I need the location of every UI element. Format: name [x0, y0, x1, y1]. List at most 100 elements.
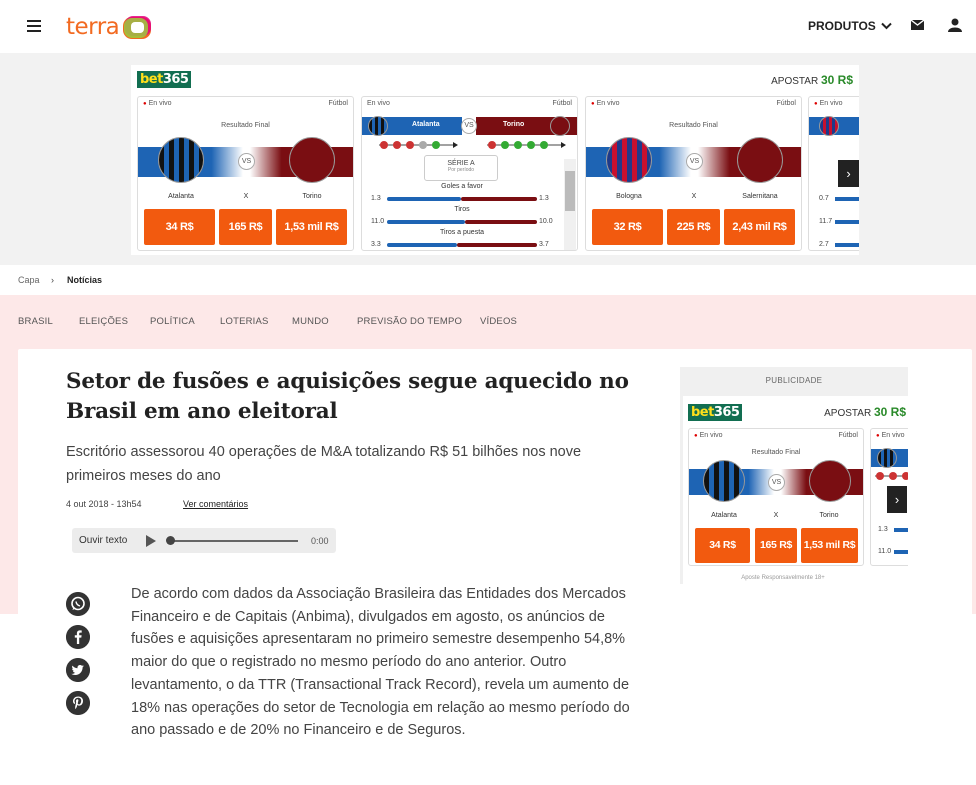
terra-logo[interactable]: terra [66, 13, 153, 41]
section-nav: BRASIL ELEIÇÕES POLÍTICA LOTERIAS MUNDO … [0, 295, 976, 349]
nav-previsao-do-tempo[interactable]: PREVISÃO DO TEMPO [357, 316, 462, 327]
mail-icon[interactable] [911, 20, 924, 30]
stat-home: 2.7 [819, 241, 829, 248]
stat-bar-away [465, 220, 537, 224]
top-ad-band: bet365 APOSTAR 30 R$ En vivo Fútbol Resu… [0, 53, 976, 265]
match-card-3[interactable]: En vivo Fútbol Resultado Final VS Bologn… [585, 96, 802, 251]
torino-jersey-icon [289, 137, 335, 183]
nav-eleicoes[interactable]: ELEIÇÕES [79, 316, 128, 327]
stat-bar-home [894, 550, 908, 554]
nav-loterias[interactable]: LOTERIAS [220, 316, 269, 327]
vs-badge: VS [238, 153, 255, 170]
sidebar-ad: PUBLICIDADE bet365 APOSTAR 30 R$ En vivo… [680, 367, 908, 584]
torino-jersey-icon [809, 460, 851, 502]
match-card-stats[interactable]: En vivo Fútbol Atalanta Torino VS SÉRIE … [361, 96, 578, 251]
team-jersey-icon [877, 448, 897, 468]
stat-bar-home [387, 220, 465, 224]
bet365-banner-ad[interactable]: bet365 APOSTAR 30 R$ En vivo Fútbol Resu… [131, 65, 859, 255]
stat-label: Goles a favor [441, 183, 483, 190]
stat-away: 3.7 [539, 241, 549, 248]
play-icon[interactable] [146, 535, 156, 547]
away-team-name: Salernitana [742, 193, 778, 200]
site-header: terra PRODUTOS [0, 0, 976, 53]
stat-home: 0.7 [819, 195, 829, 202]
article-body: De acordo com dados da Associação Brasil… [131, 586, 630, 739]
stat-bar-home [835, 197, 859, 201]
audio-progress-bar[interactable] [170, 540, 298, 542]
odds-home-button[interactable]: 34 R$ [695, 528, 750, 563]
draw-label: X [243, 193, 249, 200]
twitter-icon[interactable] [66, 658, 90, 682]
draw-label: X [691, 193, 697, 200]
audio-progress-knob[interactable] [166, 536, 175, 545]
carousel-next-button[interactable]: › [887, 486, 907, 513]
stat-label: Tiros [454, 206, 470, 213]
produtos-menu[interactable]: PRODUTOS [808, 19, 892, 33]
live-label: En vivo [876, 432, 905, 439]
league-selector[interactable]: SÉRIE A Por período [424, 155, 498, 181]
facebook-icon[interactable] [66, 625, 90, 649]
sidebar-match-card[interactable]: En vivo Fútbol Resultado Final VS Atalan… [688, 428, 864, 566]
odds-away-button[interactable]: 1,53 mil R$ [801, 528, 858, 563]
vs-badge: VS [461, 118, 477, 134]
audio-time: 0:00 [311, 536, 329, 546]
logo-text: terra [66, 14, 120, 40]
result-label: Resultado Final [751, 449, 801, 456]
nav-videos[interactable]: VÍDEOS [480, 316, 517, 327]
bet365-sidebar-ad[interactable]: bet365 APOSTAR 30 R$ En vivo Fútbol Resu… [683, 396, 908, 584]
form-dots-home-icon [379, 141, 458, 149]
result-label: Resultado Final [669, 122, 718, 129]
home-team-name: Atalanta [168, 193, 194, 200]
away-team-name: Torino [302, 193, 322, 200]
odds-away-button[interactable]: 2,43 mil R$ [724, 209, 795, 245]
stat-bar-away [457, 243, 537, 247]
odds-draw-button[interactable]: 165 R$ [755, 528, 797, 563]
breadcrumb-current[interactable]: Notícias [67, 275, 102, 285]
whatsapp-icon[interactable] [66, 592, 90, 616]
atalanta-jersey-icon [368, 116, 388, 136]
bologna-jersey-icon [606, 137, 652, 183]
stat-bar-home [835, 220, 859, 224]
stat-home: 1.3 [371, 195, 381, 202]
stat-bar-away [461, 197, 537, 201]
apostar-amount: APOSTAR 30 R$ [824, 405, 906, 419]
pinterest-icon[interactable] [66, 691, 90, 715]
nav-mundo[interactable]: MUNDO [292, 316, 329, 327]
article-date: 4 out 2018 - 13h54 [66, 499, 142, 509]
logo-mark-icon [123, 15, 152, 39]
breadcrumb-home-link[interactable]: Capa [18, 275, 40, 285]
away-team-name: Torino [503, 121, 525, 128]
odds-away-button[interactable]: 1,53 mil R$ [276, 209, 347, 245]
period-label: Por período [447, 167, 475, 173]
stat-home: 1.3 [878, 526, 888, 533]
live-label: En vivo [143, 100, 172, 107]
bet365-logo: bet365 [137, 71, 192, 88]
publicidade-label: PUBLICIDADE [765, 376, 823, 385]
league-label: SÉRIE A [447, 160, 475, 167]
odds-draw-button[interactable]: 225 R$ [667, 209, 720, 245]
atalanta-jersey-icon [158, 137, 204, 183]
odds-home-button[interactable]: 32 R$ [592, 209, 663, 245]
live-label: En vivo [591, 100, 620, 107]
breadcrumb-separator: › [51, 275, 54, 285]
stat-bar-home [835, 243, 859, 247]
nav-politica[interactable]: POLÍTICA [150, 316, 195, 327]
vs-badge: VS [768, 474, 785, 491]
user-icon[interactable] [948, 18, 962, 32]
odds-draw-button[interactable]: 165 R$ [219, 209, 272, 245]
odds-home-button[interactable]: 34 R$ [144, 209, 215, 245]
away-team-name: Torino [819, 512, 839, 519]
bet365-logo: bet365 [688, 404, 743, 421]
hamburger-menu-icon[interactable] [27, 20, 41, 33]
sport-label: Fútbol [838, 432, 858, 439]
audio-player: Ouvir texto 0:00 [72, 528, 336, 553]
carousel-next-button[interactable]: › [838, 160, 859, 187]
view-comments-link[interactable]: Ver comentários [183, 499, 248, 509]
home-team-name: Bologna [616, 193, 642, 200]
result-label: Resultado Final [221, 122, 270, 129]
apostar-amount: APOSTAR 30 R$ [771, 73, 853, 87]
nav-brasil[interactable]: BRASIL [18, 316, 53, 327]
live-label: En vivo [814, 100, 843, 107]
stats-scrollbar[interactable] [564, 159, 576, 250]
match-card-1[interactable]: En vivo Fútbol Resultado Final VS Atalan… [137, 96, 354, 251]
